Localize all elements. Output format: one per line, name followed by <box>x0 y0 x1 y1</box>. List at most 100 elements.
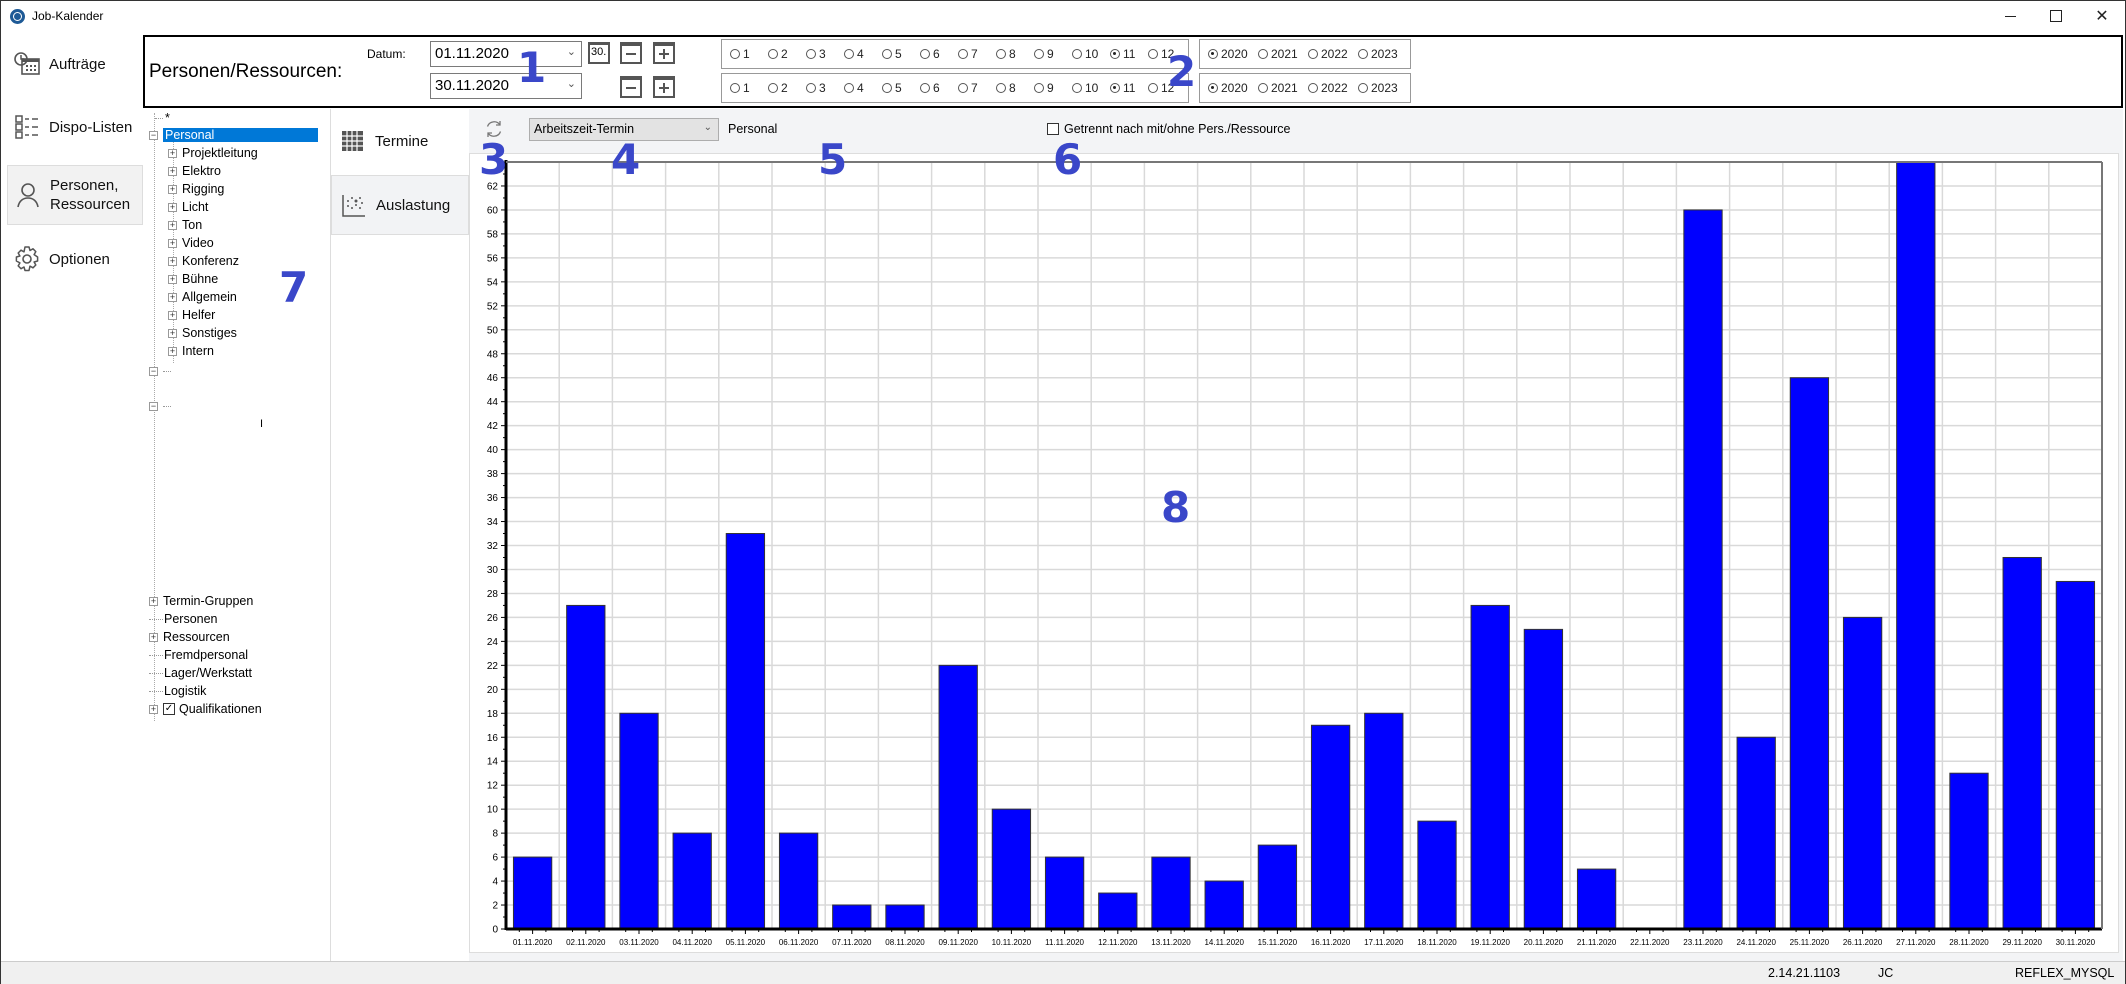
tree-item-licht[interactable]: + Licht <box>168 198 208 216</box>
month-to-radio-1[interactable]: 1 <box>730 81 768 95</box>
expand-icon[interactable]: + <box>168 220 177 230</box>
tree-item-termin-gruppen[interactable]: + Termin-Gruppen <box>149 592 253 610</box>
date-to-minus-button[interactable] <box>620 76 642 98</box>
checkbox-checked-icon[interactable]: ✓ <box>163 703 175 715</box>
tree-root-marker[interactable]: * <box>155 109 170 127</box>
tree-item-helfer[interactable]: + Helfer <box>168 306 215 324</box>
expand-icon[interactable]: + <box>149 596 158 606</box>
close-button[interactable]: ✕ <box>2079 1 2125 31</box>
today-calendar-button[interactable]: 30. <box>588 42 610 64</box>
month-to-radio-10[interactable]: 10 <box>1072 81 1110 95</box>
month-from-radio-group: 1 2 3 4 5 6 7 8 9 10 11 12 <box>721 39 1189 69</box>
nav-item-dispo-listen[interactable]: Dispo-Listen <box>7 97 143 157</box>
y-tick-label: 10 <box>487 805 499 816</box>
y-tick-label: 56 <box>487 253 499 264</box>
year-to-radio-2021[interactable]: 2021 <box>1258 81 1308 95</box>
month-to-radio-6[interactable]: 6 <box>920 81 958 95</box>
nav-item-optionen[interactable]: Optionen <box>7 229 143 289</box>
month-to-radio-8[interactable]: 8 <box>996 81 1034 95</box>
expand-icon[interactable]: + <box>149 632 158 642</box>
tree-item-allgemein[interactable]: + Allgemein <box>168 288 237 306</box>
tree-item-fremdpersonal[interactable]: Fremdpersonal <box>149 646 248 664</box>
tree-item-personen[interactable]: Personen <box>149 610 218 628</box>
month-to-radio-11[interactable]: 11 <box>1110 81 1148 95</box>
annotation-6: 6 <box>1053 135 1083 184</box>
tree-item-konferenz[interactable]: + Konferenz <box>168 252 239 270</box>
date-from-minus-button[interactable] <box>620 42 642 64</box>
x-tick-label: 03.11.2020 <box>619 938 659 947</box>
month-to-radio-3[interactable]: 3 <box>806 81 844 95</box>
tree-item-ton[interactable]: + Ton <box>168 216 202 234</box>
expand-icon[interactable]: + <box>168 328 177 338</box>
collapse-icon[interactable]: − <box>149 401 158 411</box>
month-to-radio-7[interactable]: 7 <box>958 81 996 95</box>
tree-item-b-hne[interactable]: + Bühne <box>168 270 218 288</box>
expand-icon[interactable]: + <box>168 202 177 212</box>
month-from-radio-2[interactable]: 2 <box>768 47 806 61</box>
month-to-radio-2[interactable]: 2 <box>768 81 806 95</box>
expand-icon[interactable]: + <box>168 184 177 194</box>
expand-icon[interactable]: + <box>149 704 158 714</box>
collapse-icon[interactable]: − <box>149 366 158 376</box>
maximize-button[interactable] <box>2033 1 2079 31</box>
expand-icon[interactable]: + <box>168 346 177 356</box>
expand-icon[interactable]: + <box>168 238 177 248</box>
tree-item-qualifikationen[interactable]: + ✓ Qualifikationen <box>149 700 262 718</box>
date-from-plus-button[interactable] <box>653 42 675 64</box>
tab-auslastung[interactable]: Auslastung <box>331 175 469 235</box>
year-to-radio-2022[interactable]: 2022 <box>1308 81 1358 95</box>
minimize-button[interactable] <box>1987 1 2033 31</box>
expand-icon[interactable]: + <box>168 310 177 320</box>
version-label: 2.14.21.1103 <box>1768 966 1841 980</box>
expand-icon[interactable]: + <box>168 274 177 284</box>
month-from-radio-10[interactable]: 10 <box>1072 47 1110 61</box>
year-to-radio-2020[interactable]: 2020 <box>1208 81 1258 95</box>
separate-checkbox[interactable]: Getrennt nach mit/ohne Pers./Ressource <box>1047 122 1291 136</box>
tree-item-personal[interactable]: − Personal <box>149 126 318 144</box>
tree-item-empty-group-2[interactable]: − <box>149 397 173 415</box>
y-tick-label: 42 <box>487 421 499 432</box>
tree-item-projektleitung[interactable]: + Projektleitung <box>168 144 258 162</box>
month-from-radio-7[interactable]: 7 <box>958 47 996 61</box>
month-from-radio-3[interactable]: 3 <box>806 47 844 61</box>
expand-icon[interactable]: + <box>168 292 177 302</box>
tree-item-ressourcen[interactable]: + Ressourcen <box>149 628 230 646</box>
date-to-plus-button[interactable] <box>653 76 675 98</box>
year-to-radio-2023[interactable]: 2023 <box>1358 81 1408 95</box>
year-from-radio-2021[interactable]: 2021 <box>1258 47 1308 61</box>
expand-icon[interactable]: + <box>168 256 177 266</box>
month-to-radio-5[interactable]: 5 <box>882 81 920 95</box>
y-tick-label: 36 <box>487 493 499 504</box>
checkbox-box[interactable] <box>1047 123 1059 135</box>
month-to-radio-9[interactable]: 9 <box>1034 81 1072 95</box>
nav-item-personen-ressourcen[interactable]: Personen, Ressourcen <box>7 165 143 225</box>
tree-item-sonstiges[interactable]: + Sonstiges <box>168 324 237 342</box>
year-from-radio-2022[interactable]: 2022 <box>1308 47 1358 61</box>
radio-circle-icon <box>1110 49 1120 59</box>
collapse-icon[interactable]: − <box>149 130 158 140</box>
tree-item-empty-group-1[interactable]: − <box>149 362 173 380</box>
tree-item-video[interactable]: + Video <box>168 234 214 252</box>
tree-item-intern[interactable]: + Intern <box>168 342 214 360</box>
month-from-radio-1[interactable]: 1 <box>730 47 768 61</box>
month-from-radio-4[interactable]: 4 <box>844 47 882 61</box>
month-from-radio-8[interactable]: 8 <box>996 47 1034 61</box>
text-cursor: I <box>260 418 264 430</box>
month-to-radio-4[interactable]: 4 <box>844 81 882 95</box>
expand-icon[interactable]: + <box>168 148 177 158</box>
month-from-radio-5[interactable]: 5 <box>882 47 920 61</box>
tree-item-lager-werkstatt[interactable]: Lager/Werkstatt <box>149 664 252 682</box>
tree-item-elektro[interactable]: + Elektro <box>168 162 221 180</box>
month-from-radio-9[interactable]: 9 <box>1034 47 1072 61</box>
nav-item-auftraege[interactable]: Aufträge <box>7 35 143 93</box>
tree-item-logistik[interactable]: Logistik <box>149 682 206 700</box>
year-from-radio-2020[interactable]: 2020 <box>1208 47 1258 61</box>
tree-item-rigging[interactable]: + Rigging <box>168 180 224 198</box>
date-to-field[interactable]: 30.11.2020 ⌄ <box>430 73 582 99</box>
month-from-radio-6[interactable]: 6 <box>920 47 958 61</box>
month-from-radio-11[interactable]: 11 <box>1110 47 1148 61</box>
tab-termine[interactable]: Termine <box>331 111 469 171</box>
date-from-field[interactable]: 01.11.2020 ⌄ <box>430 41 582 67</box>
year-from-radio-2023[interactable]: 2023 <box>1358 47 1408 61</box>
expand-icon[interactable]: + <box>168 166 177 176</box>
